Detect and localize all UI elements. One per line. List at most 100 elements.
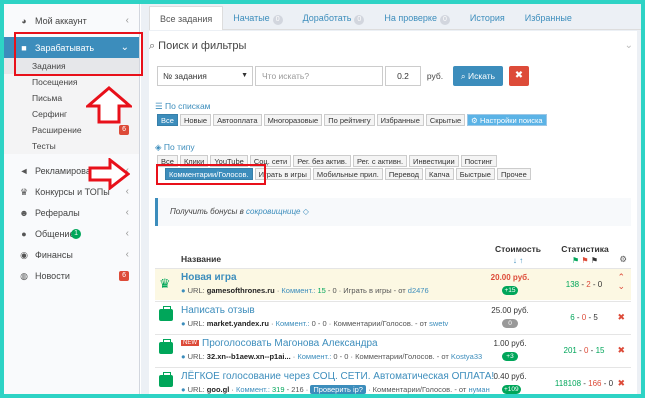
task-title[interactable]: Написать отзыв [181, 305, 255, 316]
submenu-label: Тесты [32, 141, 56, 151]
sidebar-item-label: Общение [35, 228, 75, 239]
task-comments: 0 [333, 352, 338, 361]
task-author[interactable]: Kostya33 [451, 352, 482, 361]
task-title-text: Проголосовать Магонова Александра [202, 338, 378, 349]
tab-label: Избранные [524, 13, 572, 23]
chip-list-reusable[interactable]: Многоразовые [263, 114, 323, 126]
tab-all-tasks[interactable]: Все задания [149, 6, 224, 30]
chip-type-posting[interactable]: Постинг [460, 155, 497, 167]
tab-label: Начатые [233, 13, 270, 23]
sidebar-item-finance[interactable]: ◉ Финансы ‹ [4, 244, 139, 265]
stat-done: 118108 [554, 379, 582, 388]
chip-type-reg-act[interactable]: Рег. с активн. [353, 155, 408, 167]
stat-done: 201 [563, 346, 577, 355]
main-content: Все задания Начатые 0 Доработать 0 На пров… [141, 4, 641, 394]
chip-list-new[interactable]: Новые [179, 114, 212, 126]
crown-icon: ♛ [159, 276, 171, 291]
expand-icon[interactable]: ⌃ ⌄ [617, 273, 625, 291]
table-row[interactable]: ♛ Новая игра ● URL: gamesofthrones.ru · … [155, 268, 631, 300]
chip-list-hidden[interactable]: Скрытые [425, 114, 466, 126]
tab-count: 0 [272, 15, 283, 25]
search-row: № задания ▼ Что искать? 0.2 руб. ⌕ Искать… [157, 66, 529, 86]
list-icon: ☰ [155, 101, 165, 111]
close-icon[interactable]: ✖ [617, 312, 625, 323]
task-comments: 319 [272, 385, 285, 394]
table-row[interactable]: ЛЁГКОЕ голосование через СОЦ. СЕТИ. Авто… [155, 367, 631, 394]
briefcase-icon [159, 372, 173, 387]
sidebar-item-label: Финансы [35, 249, 73, 260]
chip-type-other[interactable]: Прочее [496, 168, 531, 180]
globe-icon: ◍ [20, 270, 28, 281]
news-badge: 6 [119, 270, 129, 281]
col-cost: Стоимость ↓ ↑ [495, 244, 541, 265]
table-row[interactable]: NEW Проголосовать Магонова Александра ● U… [155, 334, 631, 366]
chip-list-favorites[interactable]: Избранные [376, 114, 424, 126]
chip-list-all[interactable]: Все [157, 114, 178, 126]
dashboard-icon: ◕ [21, 15, 27, 26]
trophy-icon: ♛ [19, 186, 29, 197]
chip-type-translate[interactable]: Перевод [384, 168, 424, 180]
tab-favorites[interactable]: Избранные [515, 6, 582, 30]
submenu-item-extension[interactable]: Расширение 6 [4, 122, 139, 138]
lists-label-text: По спискам [164, 101, 211, 111]
submenu-item-tests[interactable]: Тесты [4, 138, 139, 154]
briefcase-icon [159, 339, 173, 354]
sidebar-item-chat[interactable]: ● Общение 1 ‹ [4, 223, 139, 244]
treasury-link[interactable]: сокровищнице [246, 207, 300, 216]
sort-arrows-icon[interactable]: ↓ ↑ [495, 256, 541, 265]
users-icon: ☻ [19, 207, 29, 218]
tab-label: Все задания [160, 14, 213, 24]
chat-icon: ● [21, 228, 27, 239]
price-badge: +3 [502, 352, 518, 361]
flag-icons: ⚑ ⚑ ⚑ [572, 256, 598, 265]
table-row[interactable]: Написать отзыв ● URL: market.yandex.ru ·… [155, 301, 631, 333]
submenu-label: Письма [32, 93, 63, 103]
link-icon: ● [181, 385, 188, 394]
col-name: Название [181, 254, 222, 264]
tab-history[interactable]: История [460, 6, 515, 30]
search-type-select[interactable]: № задания ▼ [157, 66, 253, 86]
tab-review[interactable]: На проверке 0 [374, 6, 460, 30]
task-author[interactable]: d2476 [408, 286, 429, 295]
close-icon[interactable]: ✖ [617, 378, 625, 389]
sidebar-item-label: Новости [35, 270, 70, 281]
stat-rejected: 166 [588, 379, 602, 388]
search-input[interactable]: Что искать? [255, 66, 383, 86]
chip-type-mobile[interactable]: Мобильные прил. [312, 168, 383, 180]
tab-rework[interactable]: Доработать 0 [293, 6, 375, 30]
task-title[interactable]: ЛЁГКОЕ голосование через СОЦ. СЕТИ. Авто… [181, 371, 494, 382]
close-icon: ✖ [514, 70, 524, 81]
task-author[interactable]: нуман [468, 385, 489, 394]
chip-type-invest[interactable]: Инвестиции [409, 155, 459, 167]
types-label-text: По типу [163, 142, 195, 152]
sidebar-item-referrals[interactable]: ☻ Рефералы ‹ [4, 202, 139, 223]
chip-type-fast[interactable]: Быстрые [455, 168, 495, 180]
tab-started[interactable]: Начатые 0 [223, 6, 292, 30]
min-price-input[interactable]: 0.2 [385, 66, 421, 86]
task-comments-b: 0 [344, 352, 349, 361]
task-title[interactable]: Новая игра [181, 272, 237, 283]
clear-button[interactable]: ✖ [509, 66, 529, 86]
chip-search-settings[interactable]: ⚙ Настройки поиска [467, 114, 547, 126]
chip-type-reg-noact[interactable]: Рег. без актив. [293, 155, 351, 167]
sidebar-item-news[interactable]: ◍ Новости 6 [4, 265, 139, 286]
close-icon[interactable]: ✖ [617, 345, 625, 356]
sidebar-item-account[interactable]: ◕ Мой аккаунт ‹ [4, 10, 139, 31]
chevron-left-icon: ‹ [125, 228, 129, 239]
task-title[interactable]: NEW Проголосовать Магонова Александра [181, 338, 378, 349]
annotation-arrow-up [86, 86, 132, 124]
chip-list-rating[interactable]: По рейтингу [324, 114, 375, 126]
tab-label: Доработать [302, 13, 352, 23]
chip-type-captcha[interactable]: Капча [425, 168, 454, 180]
lists-label: ☰ По спискам [155, 101, 211, 112]
verify-ip-button[interactable]: Проверить ip? [310, 385, 366, 394]
chip-list-autopay[interactable]: Автооплата [213, 114, 262, 126]
annotation-box-earn [14, 32, 143, 76]
collapse-icon[interactable]: ⌄ [625, 40, 633, 51]
annotation-arrow-right [88, 158, 130, 190]
gear-icon[interactable]: ⚙ [619, 254, 627, 265]
task-author[interactable]: swetv [429, 319, 448, 328]
stat-rejected: 0 [581, 313, 587, 322]
megaphone-icon: ◄ [19, 165, 29, 176]
search-button[interactable]: ⌕ Искать [453, 66, 503, 86]
